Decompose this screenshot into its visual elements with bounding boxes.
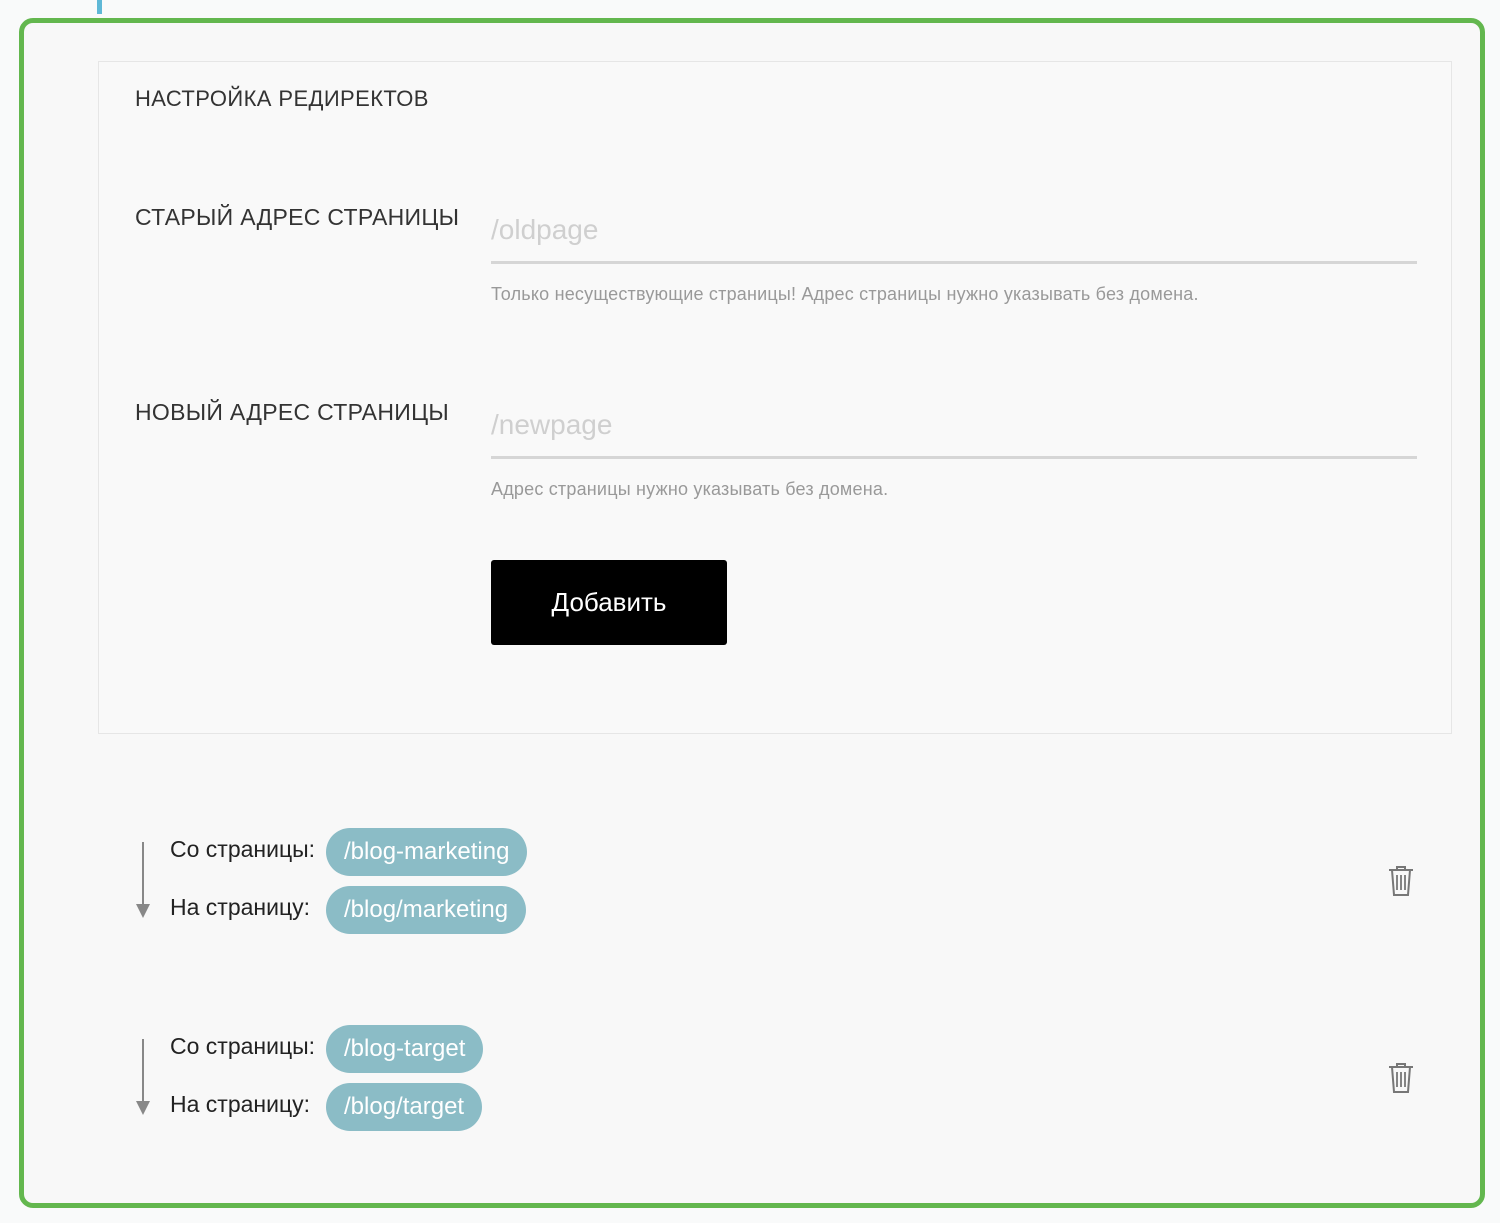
redirect-settings-frame: НАСТРОЙКА РЕДИРЕКТОВ СТАРЫЙ АДРЕС СТРАНИ… xyxy=(19,18,1485,1208)
to-path-badge: /blog/marketing xyxy=(326,886,527,934)
arrow-down-icon xyxy=(136,842,150,920)
old-address-hint: Только несуществующие страницы! Адрес ст… xyxy=(491,284,1199,304)
redirect-settings-card: НАСТРОЙКА РЕДИРЕКТОВ СТАРЫЙ АДРЕС СТРАНИ… xyxy=(98,61,1452,734)
from-label: Со страницы: xyxy=(170,836,316,862)
trash-icon[interactable] xyxy=(1386,864,1416,898)
from-label: Со страницы: xyxy=(170,1033,316,1059)
arrow-down-icon xyxy=(136,1039,150,1117)
from-path-badge: /blog-marketing xyxy=(326,828,528,876)
new-address-label: НОВЫЙ АДРЕС СТРАНИЦЫ xyxy=(135,399,450,425)
new-address-hint: Адрес страницы нужно указывать без домен… xyxy=(491,479,889,499)
old-address-label: СТАРЫЙ АДРЕС СТРАНИЦЫ xyxy=(135,204,460,230)
old-address-input[interactable] xyxy=(491,198,1417,264)
scroll-indicator xyxy=(97,0,102,14)
redirect-item: Со страницы: /blog-marketing На страницу… xyxy=(24,820,1470,950)
to-label: На страницу: xyxy=(170,1091,311,1117)
new-address-input[interactable] xyxy=(491,393,1417,459)
redirect-item: Со страницы: /blog-target На страницу: /… xyxy=(24,1017,1470,1147)
trash-icon[interactable] xyxy=(1386,1061,1416,1095)
from-path-badge: /blog-target xyxy=(326,1025,484,1073)
to-label: На страницу: xyxy=(170,894,311,920)
add-redirect-button[interactable]: Добавить xyxy=(491,560,727,645)
card-title: НАСТРОЙКА РЕДИРЕКТОВ xyxy=(135,86,429,111)
to-path-badge: /blog/target xyxy=(326,1083,483,1131)
